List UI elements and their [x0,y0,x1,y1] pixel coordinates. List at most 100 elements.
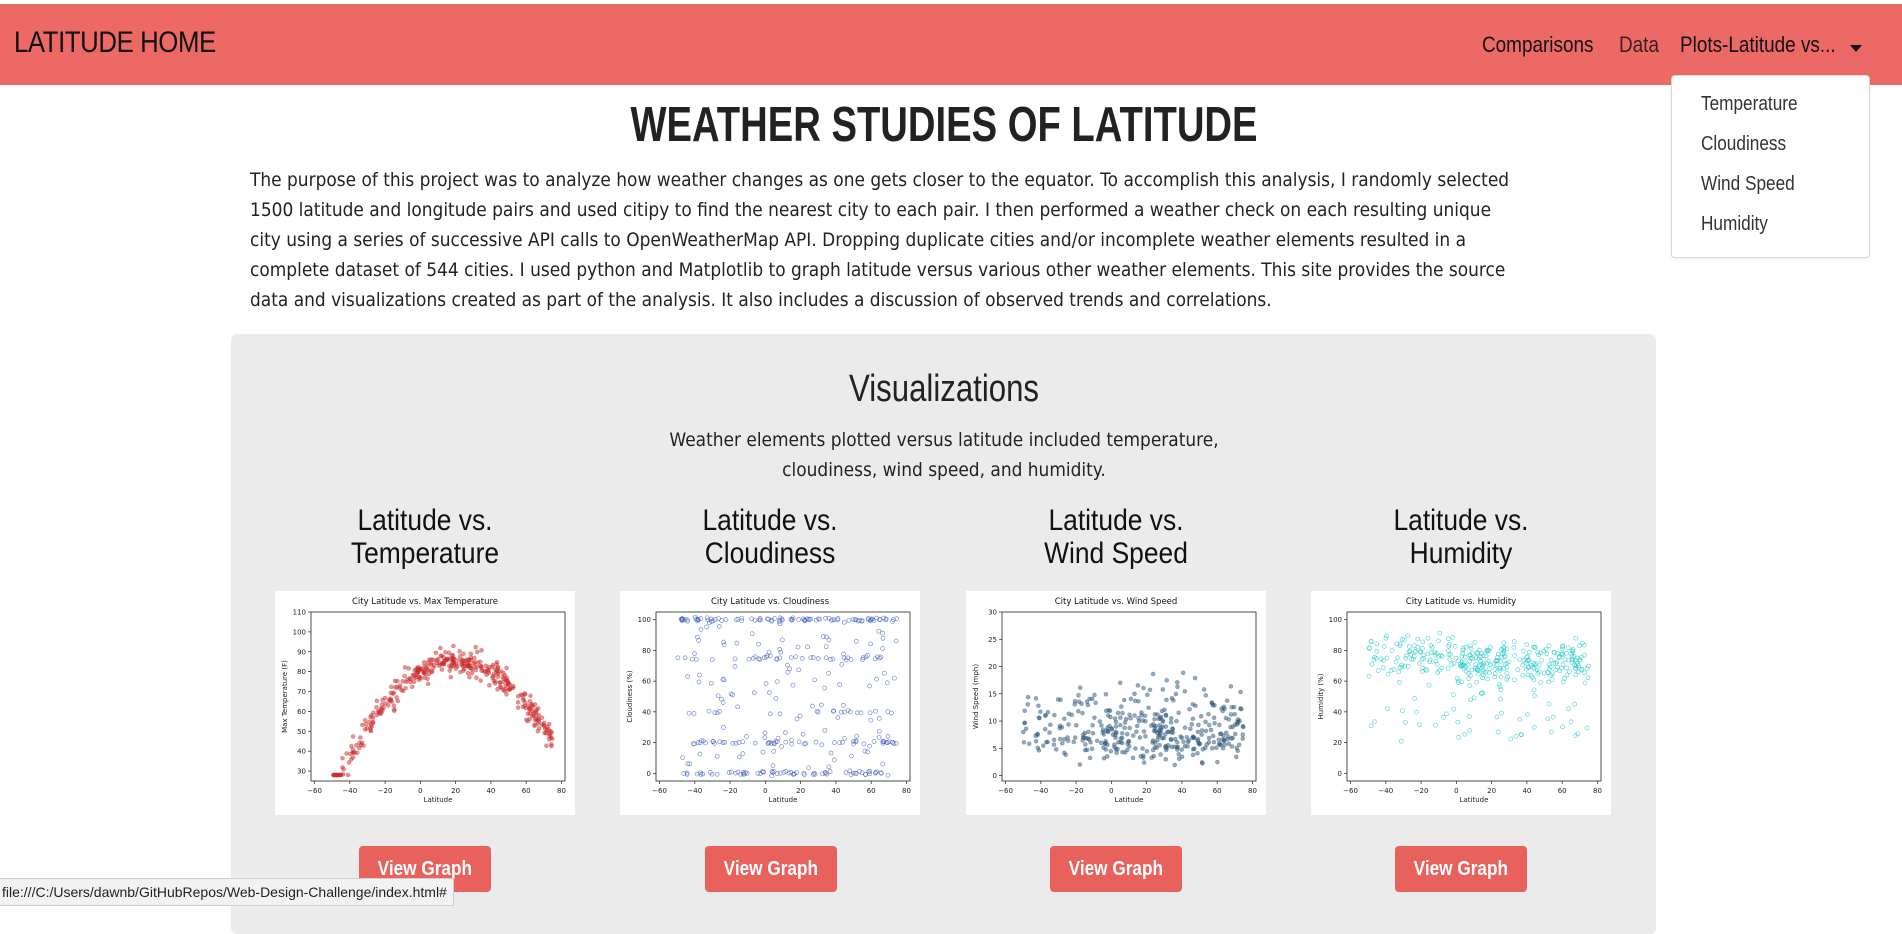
view-graph-humidity-button[interactable]: View Graph [1395,846,1527,892]
plot-cloudiness[interactable]: City Latitude vs. Cloudiness −60 −40 −20 0 20… [620,591,920,815]
data-point [1469,667,1474,673]
data-point [1033,696,1039,701]
data-point [1366,673,1372,679]
data-point [767,690,772,695]
nav-data[interactable]: Data [1619,32,1659,58]
chevron-down-icon[interactable] [1850,45,1862,52]
data-point [1161,735,1167,741]
data-point [698,627,704,632]
x-axis-label: Latitude [1115,796,1144,804]
data-point [388,684,394,690]
x-tick-label: 40 [831,787,840,795]
data-point [486,682,492,688]
y-tick-label: 80 [297,668,306,676]
data-point [1195,729,1201,735]
data-point [831,740,837,745]
data-point [494,670,499,675]
data-point [1168,715,1174,721]
data-point [1158,714,1164,720]
data-point [1199,728,1205,733]
view-graph-cloudiness-button[interactable]: View Graph [705,846,837,892]
data-point [504,665,509,671]
data-point [394,695,399,700]
data-point [1398,738,1404,744]
data-point [697,672,702,678]
data-point [1420,639,1426,645]
data-point [867,710,873,716]
data-point [1103,738,1108,744]
data-point [867,743,872,749]
x-tick-label: 60 [1558,787,1567,795]
data-point [1585,675,1591,681]
data-point [880,761,886,767]
dropdown-item-humidity[interactable]: Humidity [1701,213,1768,236]
data-point [1134,729,1139,735]
brand-link[interactable]: LATITUDE HOME [14,26,216,60]
intro-paragraph: The purpose of this project was to analy… [250,170,1510,311]
data-point [510,685,516,691]
data-point [841,619,847,625]
data-point [1181,739,1186,745]
data-point [351,750,356,755]
data-point [1240,736,1246,741]
data-point [436,663,442,669]
dropdown-item-temperature[interactable]: Temperature [1701,93,1798,116]
data-point [1240,723,1246,729]
nav-comparisons[interactable]: Comparisons [1482,32,1593,58]
data-point [796,617,801,622]
x-tick-label: 20 [451,787,460,795]
data-point [1053,747,1059,752]
data-point [1066,722,1071,727]
data-point [839,662,845,667]
data-point [1526,649,1532,655]
data-point [1228,712,1234,717]
data-point [1385,671,1391,677]
data-point [1122,720,1128,725]
data-point [1391,667,1397,672]
data-point [1220,737,1226,743]
plot-wind-speed[interactable]: City Latitude vs. Wind Speed −60 −40 −20 0 20… [966,591,1266,815]
data-point [443,650,448,655]
data-point [1052,712,1057,718]
data-point [1186,737,1192,743]
y-tick-label: 30 [988,609,997,617]
data-point [404,677,410,683]
dropdown-item-cloudiness[interactable]: Cloudiness [1701,133,1786,156]
data-point [790,682,796,688]
x-tick-label: 40 [1522,787,1531,795]
data-point [749,631,755,637]
data-point [1140,755,1146,760]
dropdown-item-wind-speed[interactable]: Wind Speed [1701,173,1795,196]
data-point [871,739,877,744]
nav-plots-dropdown[interactable]: Plots-Latitude vs... [1680,32,1836,58]
y-tick-label: 5 [993,745,997,753]
data-point [1426,682,1432,688]
data-point [1499,710,1504,716]
data-point [1203,719,1208,725]
data-point [1035,745,1041,751]
data-point [1532,693,1537,698]
data-point [1101,745,1106,750]
data-point [1059,740,1065,746]
data-point [734,640,740,646]
data-point [714,753,720,759]
data-point [1196,741,1202,747]
scrollbar[interactable] [1886,85,1902,904]
data-point [1206,722,1212,728]
data-point [1160,687,1166,692]
data-point [1113,724,1119,729]
y-tick-label: 100 [293,628,306,636]
data-point [841,703,846,708]
data-point [1105,713,1111,718]
plot-temperature[interactable]: City Latitude vs. Max Temperature −60 −40 −… [275,591,575,815]
data-point [1495,729,1501,735]
view-graph-wind-speed-button[interactable]: View Graph [1050,846,1182,892]
data-point [1081,735,1087,740]
data-point [1504,670,1510,676]
data-point [1217,741,1223,747]
data-point [1228,684,1234,689]
data-point [1546,701,1552,707]
data-point [1198,713,1204,719]
data-point [363,721,369,727]
plot-humidity[interactable]: City Latitude vs. Humidity −60 −40 −20 0 20 40… [1311,591,1611,815]
